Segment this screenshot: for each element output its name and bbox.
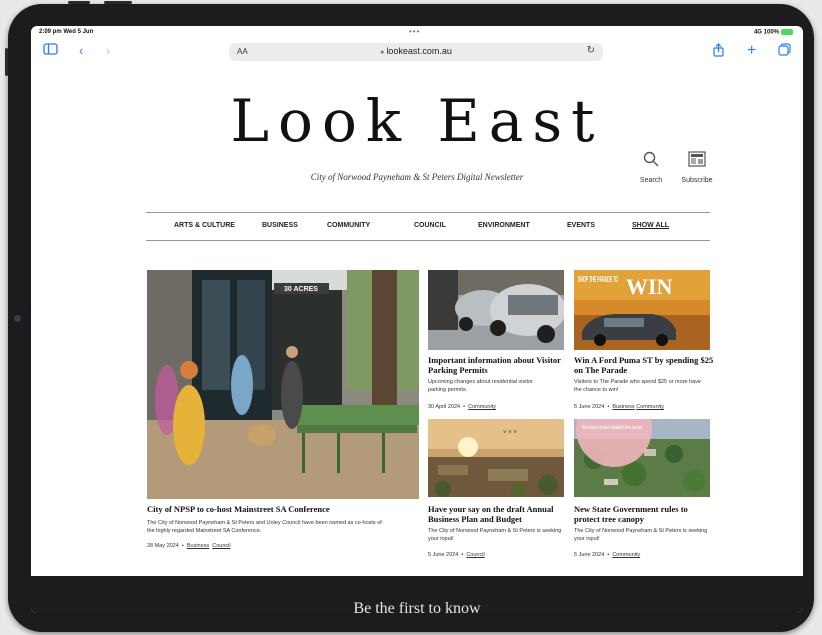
article-date: 5 June 2024 <box>428 552 459 558</box>
tree-canopy-article-excerpt: The City of Norwood Payneham & St Peters… <box>574 528 708 542</box>
footer-text: Be the first to know <box>353 600 481 613</box>
article-date: 30 April 2024 <box>428 404 461 410</box>
nav-environment[interactable]: ENVIRONMENT <box>478 222 530 229</box>
feature-article-excerpt: The City of Norwood Payneham & St Peters… <box>147 520 382 534</box>
tabs-icon[interactable] <box>778 43 791 60</box>
tree-canopy-article-meta: 5 June 2024 • Community <box>574 552 641 558</box>
subscribe-label: Subscribe <box>681 177 713 184</box>
side-button <box>5 48 8 76</box>
subscribe-button[interactable]: Subscribe <box>677 151 717 184</box>
battery-icon <box>781 29 793 35</box>
feature-article-title[interactable]: City of NPSP to co-host Mainstreet SA Co… <box>147 504 419 514</box>
parking-article-image[interactable] <box>428 270 564 350</box>
search-button[interactable]: Search <box>631 151 671 184</box>
nav-community[interactable]: COMMUNITY <box>327 222 370 229</box>
birds: ˅ ˅ ˅ <box>503 430 517 436</box>
tree-canopy-article-image[interactable]: New rules to protect Adelaide's tree can… <box>574 419 710 497</box>
nav-arts-culture[interactable]: ARTS & CULTURE <box>174 222 235 229</box>
multitask-dots[interactable]: ••• <box>409 27 420 36</box>
parking-article-excerpt: Upcoming changes about residential visit… <box>428 379 533 393</box>
url: lookeast.com.au <box>386 46 452 56</box>
win-big-text: WIN <box>626 274 673 299</box>
parking-article-title[interactable]: Important information about Visitor Park… <box>428 355 568 375</box>
ford-puma-article-meta: 5 June 2024 • Business Community <box>574 404 664 410</box>
signal-text: 4G 100% <box>753 29 779 36</box>
tag-council[interactable]: Council <box>212 543 230 549</box>
ford-puma-article-excerpt: Visitors to The Parade who spend $25 or … <box>574 379 701 393</box>
article-date: 5 June 2024 <box>574 404 605 410</box>
forward-icon[interactable]: › <box>106 43 110 59</box>
canopy-text: New rules to protect Adelaide's tree can… <box>582 425 642 431</box>
budget-article-title[interactable]: Have your say on the draft Annual Busine… <box>428 504 568 524</box>
search-icon <box>631 151 671 173</box>
tag-community[interactable]: Community <box>468 404 496 410</box>
newsletter-icon <box>677 151 717 173</box>
budget-article-image[interactable]: ˅ ˅ ˅ <box>428 419 564 497</box>
category-nav: ARTS & CULTURE BUSINESS COMMUNITY COUNCI… <box>146 212 710 241</box>
share-icon[interactable] <box>713 43 724 61</box>
article-date: 5 June 2024 <box>574 552 605 558</box>
budget-article-excerpt: The City of Norwood Payneham & St Peters… <box>428 528 562 542</box>
search-label: Search <box>639 177 663 184</box>
footer-banner: Be the first to know <box>31 576 803 613</box>
ford-puma-article-image[interactable]: SHOP THE PARADE TO WIN <box>574 270 710 350</box>
tag-business[interactable]: Business <box>187 543 209 549</box>
camera <box>14 315 21 322</box>
status-bar: 2:09 pm Wed 5 Jun ••• 4G 100% <box>31 26 803 38</box>
tag-community[interactable]: Community <box>612 552 640 558</box>
sidebar-icon[interactable] <box>43 43 58 59</box>
url-text: ● lookeast.com.au <box>229 46 603 56</box>
tag-business[interactable]: Business <box>612 404 634 410</box>
nav-council[interactable]: COUNCIL <box>414 222 446 229</box>
ford-puma-article-title[interactable]: Win A Ford Puma ST by spending $25 on Th… <box>574 355 714 375</box>
nav-events[interactable]: EVENTS <box>567 222 595 229</box>
reload-icon[interactable]: ↻ <box>587 45 595 56</box>
parking-article-meta: 30 April 2024 • Community <box>428 404 496 410</box>
nav-business[interactable]: BUSINESS <box>262 222 298 229</box>
top-button-2 <box>104 1 132 4</box>
article-date: 28 May 2024 <box>147 543 179 549</box>
tag-community[interactable]: Community <box>636 404 664 410</box>
budget-article-meta: 5 June 2024 • Council <box>428 552 485 558</box>
nav-show-all[interactable]: SHOW ALL <box>632 222 669 229</box>
tag-council[interactable]: Council <box>466 552 484 558</box>
feature-sign-text: 30 ACRES <box>284 286 318 293</box>
status-time: 2:09 pm Wed 5 Jun <box>39 29 94 35</box>
back-icon[interactable]: ‹ <box>79 43 83 59</box>
status-signal: 4G 100% <box>754 29 793 36</box>
feature-article-image[interactable]: 30 ACRES <box>147 270 419 499</box>
screen: 2:09 pm Wed 5 Jun ••• 4G 100% ‹ › AA ● l… <box>31 26 803 613</box>
site-title[interactable]: Look East <box>31 86 803 156</box>
browser-toolbar: ‹ › AA ● lookeast.com.au ↻ + <box>31 38 803 64</box>
top-button <box>68 1 90 4</box>
feature-article-meta: 28 May 2024 • Business Council <box>147 543 231 549</box>
address-bar[interactable]: AA ● lookeast.com.au ↻ <box>229 43 603 61</box>
tree-canopy-article-title[interactable]: New State Government rules to protect tr… <box>574 504 714 524</box>
new-tab-icon[interactable]: + <box>747 43 756 59</box>
win-promo-text: SHOP THE PARADE TO <box>578 275 618 284</box>
